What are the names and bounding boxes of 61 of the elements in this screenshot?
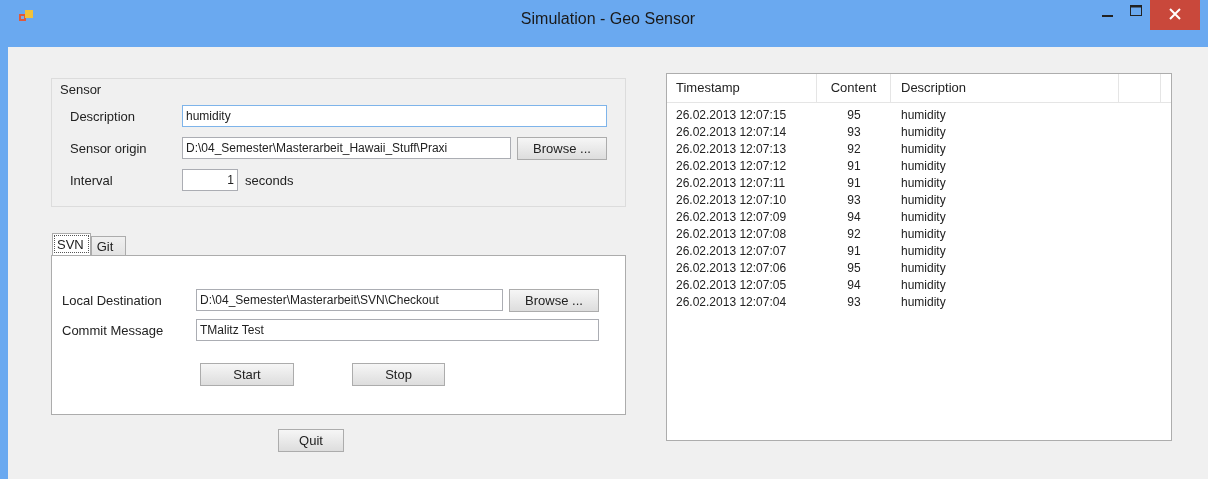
field-label: Sensor origin [69,140,148,156]
table-cell-text: 92 [846,226,862,243]
app-icon [18,8,34,24]
quit-button[interactable]: Quit [278,429,344,452]
group-title: Sensor [60,82,103,97]
table-cell-text: humidity [900,277,947,294]
description-field[interactable]: humidity [182,105,607,127]
table-cell-text: 26.02.2013 12:07:06 [675,260,788,277]
table-cell-text: 94 [846,277,862,294]
tab[interactable]: Git [90,236,127,255]
interval-field[interactable]: 1 [182,169,238,191]
table-cell-text: 26.02.2013 12:07:14 [675,124,788,141]
table-cell-text: 26.02.2013 12:07:11 [675,175,787,192]
table-cell-text: 92 [846,141,862,158]
table-cell-text: 93 [846,192,862,209]
table-cell-text: 94 [846,209,862,226]
table-cell-text: humidity [900,209,947,226]
table-cell-text: humidity [900,175,947,192]
table-cell-text: 26.02.2013 12:07:10 [675,192,788,209]
column-header[interactable]: Content [817,74,891,102]
start-button[interactable]: Start [200,363,294,386]
table-cell-text: 26.02.2013 12:07:09 [675,209,788,226]
window-title: Simulation - Geo Sensor [520,10,696,28]
table-cell-text: 95 [846,260,862,277]
unit-label: seconds [245,172,294,188]
table-cell-text: 26.02.2013 12:07:12 [675,158,788,175]
table-cell-text: 26.02.2013 12:07:04 [675,294,788,311]
table-cell-text: humidity [900,107,947,124]
table-cell-text: 26.02.2013 12:07:13 [675,141,788,158]
stop-button[interactable]: Stop [352,363,445,386]
field-label: Commit Message [61,322,165,338]
table-cell-text: humidity [900,192,947,209]
table-cell-text: humidity [900,124,947,141]
field-label: Interval [69,172,114,188]
table-cell-text: humidity [900,243,947,260]
table-cell-text: 91 [846,243,862,260]
sensor-origin-field[interactable]: D:\04_Semester\Masterarbeit_Hawaii_Stuff\Praxi [182,137,511,159]
table-cell-text: 93 [846,124,862,141]
table-cell-text: 93 [846,294,862,311]
destination-field[interactable]: D:\04_Semester\Masterarbeit\SVN\Checkout [196,289,503,311]
table-cell-text: humidity [900,260,947,277]
table-cell-text: humidity [900,294,947,311]
table-cell-text: 26.02.2013 12:07:07 [675,243,788,260]
tab[interactable]: SVN [52,233,91,255]
field-label: Local Destination [61,292,163,308]
table-cell-text: 91 [846,158,862,175]
table-cell-text: humidity [900,158,947,175]
browse-button[interactable]: Browse ... [509,288,599,312]
table-cell-text: 26.02.2013 12:07:05 [675,277,788,294]
browse-button[interactable]: Browse ... [517,136,607,160]
table-cell-text: humidity [900,226,947,243]
table-cell-text: 91 [846,175,862,192]
commit-message-field[interactable]: TMalitz Test [196,319,599,341]
column-header[interactable]: Description [891,74,1119,102]
table-cell-text: 26.02.2013 12:07:08 [675,226,788,243]
table-cell-text: 26.02.2013 12:07:15 [675,107,788,124]
table-cell-text: humidity [900,141,947,158]
column-header[interactable]: Timestamp [667,74,817,102]
close-icon[interactable] [1150,0,1200,30]
field-label: Description [69,108,137,124]
table-cell-text: 95 [846,107,862,124]
